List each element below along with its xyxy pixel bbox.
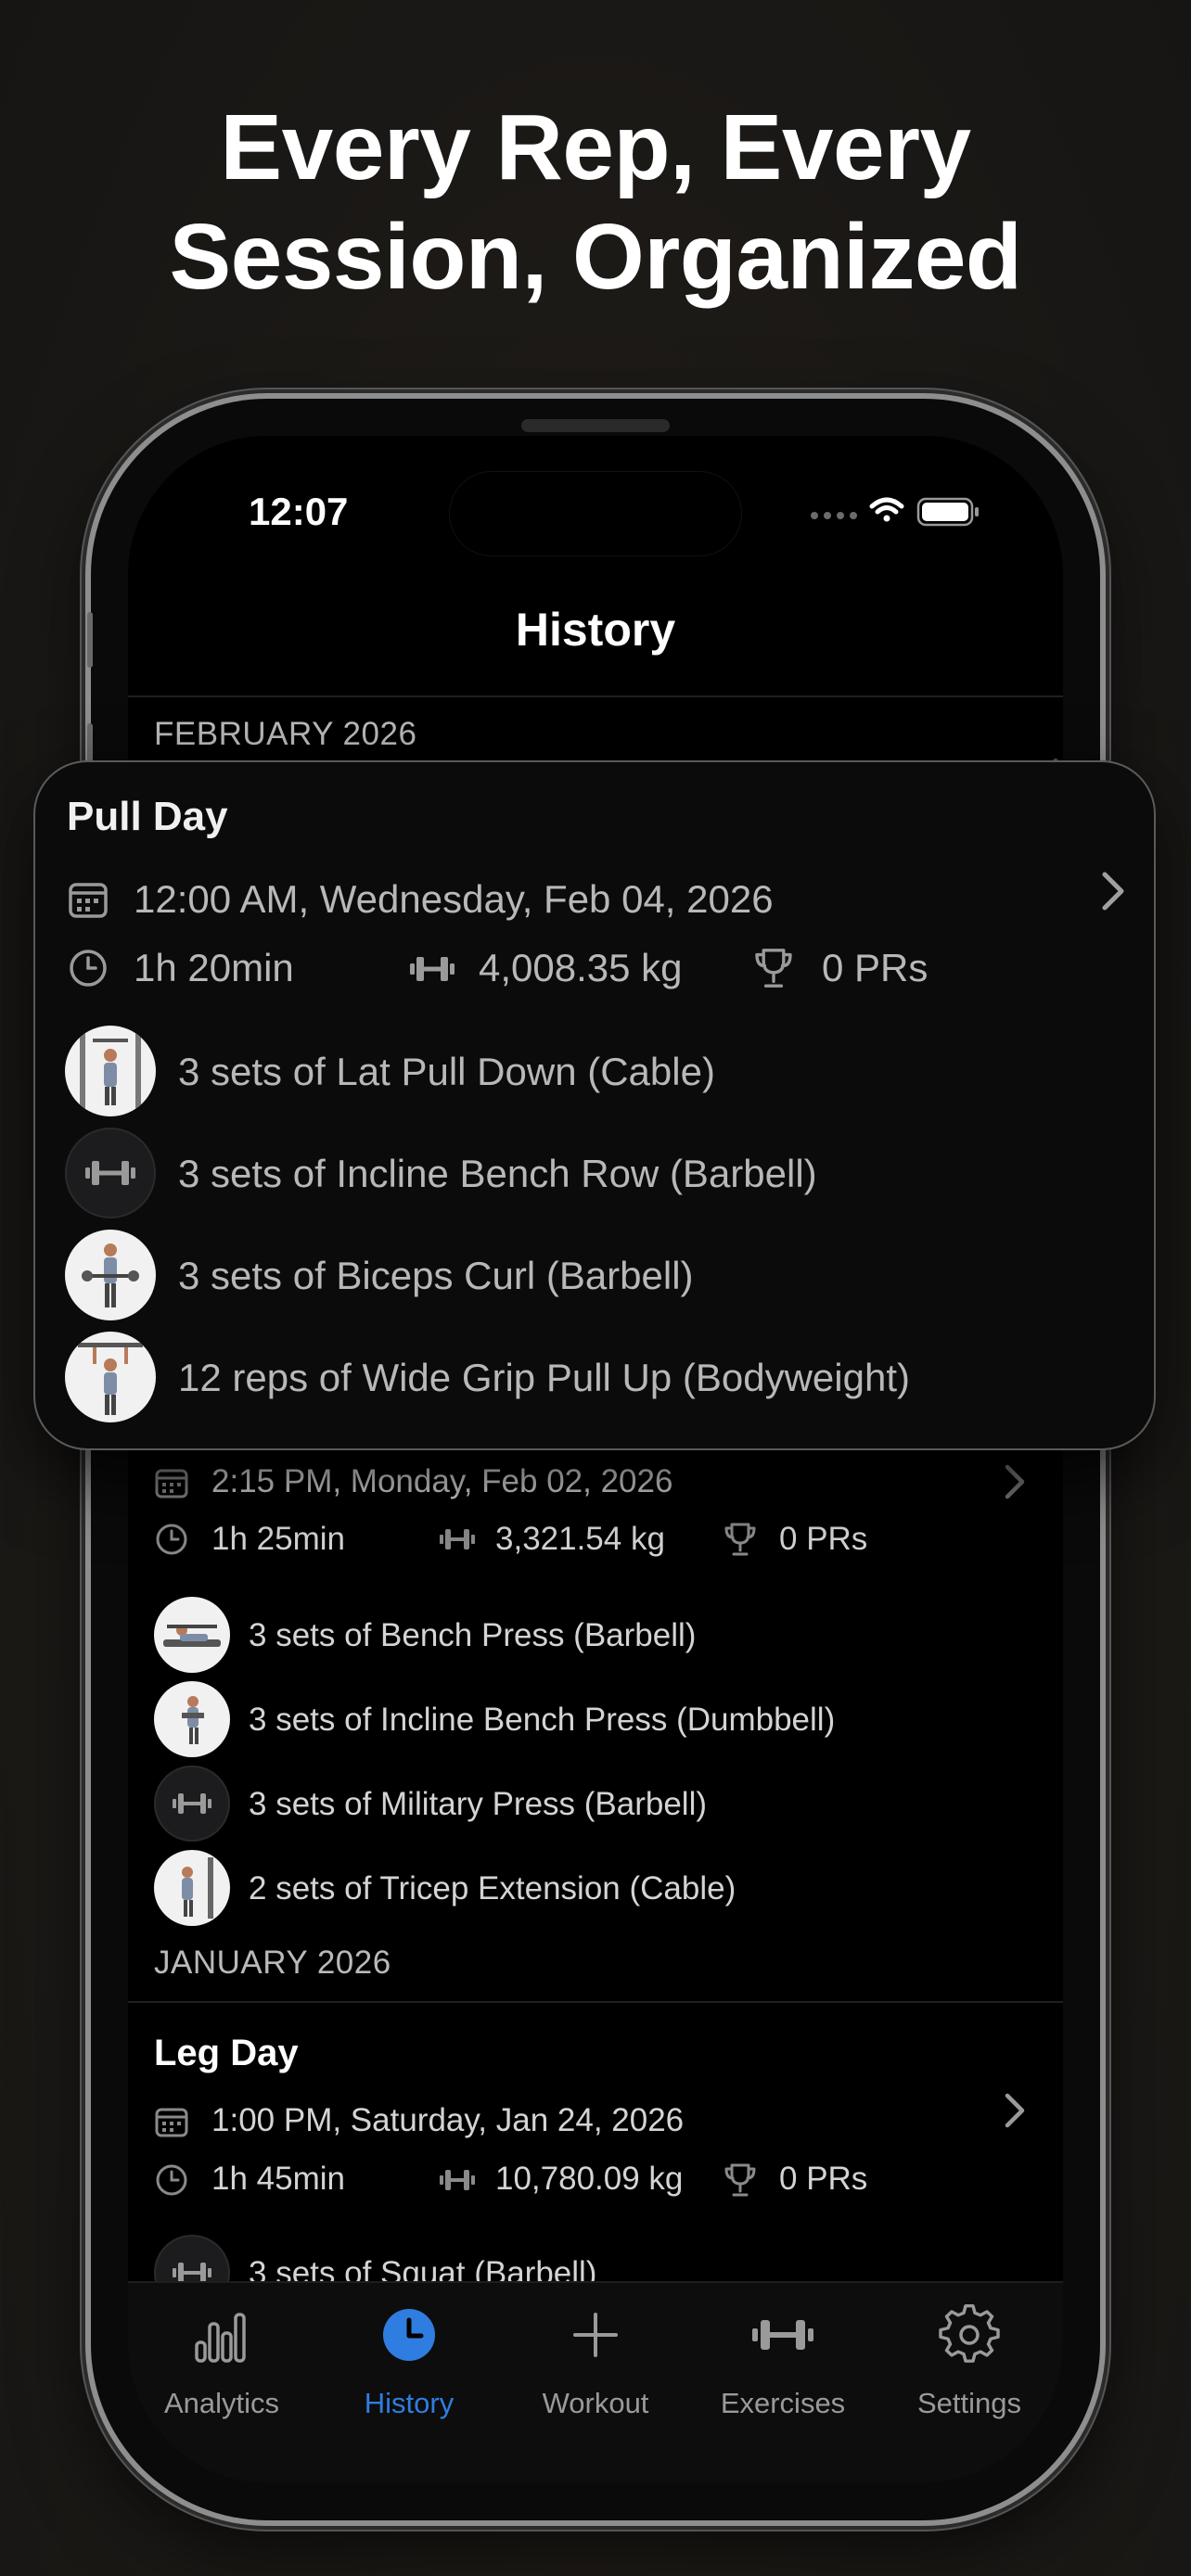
exercise-thumbnail: [154, 1766, 230, 1842]
workout-card-push[interactable]: 2:15 PM, Monday, Feb 02, 2026 1h 25min 3…: [128, 1437, 1063, 1994]
exercise-label: 3 sets of Incline Bench Row (Barbell): [178, 1152, 817, 1195]
chevron-right-icon[interactable]: [1100, 870, 1126, 912]
dumbbell-icon: [85, 1161, 135, 1185]
page-title: History: [515, 604, 676, 656]
workout-duration: 1h 45min: [211, 2161, 345, 2197]
exercise-label: 2 sets of Tricep Extension (Cable): [249, 1870, 736, 1906]
workout-title: Leg Day: [154, 2033, 299, 2073]
headline-line-1: Every Rep, Every: [220, 96, 971, 199]
workout-prs: 0 PRs: [779, 2161, 868, 2197]
status-icons: [801, 493, 987, 530]
tab-label: Workout: [542, 2387, 649, 2419]
tab-label: History: [364, 2387, 455, 2419]
clock-icon: [156, 1524, 187, 1555]
exercise-thumbnail: [154, 1597, 230, 1673]
exercise-thumbnail: [154, 1850, 230, 1926]
exercise-thumbnail: [154, 1681, 230, 1757]
tab-analytics[interactable]: Analytics: [129, 2302, 314, 2419]
workout-datetime: 2:15 PM, Monday, Feb 02, 2026: [211, 1463, 673, 1499]
tab-label: Settings: [916, 2387, 1021, 2419]
headline: Every Rep, Every Session, Organized: [0, 93, 1191, 312]
plus-icon: [573, 2313, 618, 2357]
workout-card-leg[interactable]: Leg Day 1:00 PM, Saturday, Jan 24, 2026 …: [128, 2003, 1063, 2311]
exercise-thumbnail: [65, 1332, 156, 1422]
exercise-label: 12 reps of Wide Grip Pull Up (Bodyweight…: [178, 1356, 910, 1399]
calendar-icon: [155, 2108, 188, 2137]
exercise-label: 3 sets of Biceps Curl (Barbell): [178, 1254, 694, 1297]
trophy-icon: [724, 2163, 756, 2197]
bar-chart-icon: [195, 2313, 246, 2363]
earpiece-speaker: [521, 419, 670, 432]
tab-label: Exercises: [720, 2387, 846, 2419]
dynamic-island: [449, 471, 742, 556]
dumbbell-icon: [410, 957, 455, 981]
chevron-right-icon[interactable]: [1004, 2092, 1026, 2129]
tab-label: Analytics: [163, 2387, 280, 2419]
exercise-thumbnail: [65, 1128, 156, 1218]
exercise-thumbnail: [65, 1026, 156, 1116]
workout-datetime: 12:00 AM, Wednesday, Feb 04, 2026: [134, 877, 774, 921]
workout-datetime: 1:00 PM, Saturday, Jan 24, 2026: [211, 2102, 685, 2138]
tab-history[interactable]: History: [316, 2302, 502, 2419]
clock-icon: [383, 2309, 435, 2361]
tab-exercises[interactable]: Exercises: [690, 2302, 876, 2419]
trophy-icon: [724, 1523, 756, 1556]
signal-dots-icon: [811, 512, 857, 519]
dumbbell-icon: [752, 2320, 813, 2350]
nav-divider: [128, 695, 1063, 697]
workout-prs: 0 PRs: [779, 1521, 868, 1557]
exercise-thumbnail: [65, 1230, 156, 1320]
tab-workout[interactable]: Workout: [503, 2302, 688, 2419]
workout-prs: 0 PRs: [822, 946, 928, 989]
calendar-icon: [155, 1469, 188, 1498]
section-header-february: FEBRUARY 2026: [154, 716, 417, 752]
dumbbell-icon: [440, 2170, 475, 2190]
workout-duration: 1h 20min: [134, 946, 294, 989]
exercise-label: 3 sets of Incline Bench Press (Dumbbell): [249, 1702, 836, 1738]
workout-volume: 10,780.09 kg: [495, 2161, 684, 2197]
workout-volume: 3,321.54 kg: [495, 1521, 665, 1557]
exercise-label: 3 sets of Bench Press (Barbell): [249, 1617, 697, 1653]
phone-screen: 12:07 History FEBRUARY 2026 2:15 PM, Mon…: [128, 436, 1063, 2483]
gear-icon: [939, 2304, 1000, 2363]
headline-line-2: Session, Organized: [169, 205, 1022, 309]
dumbbell-icon: [173, 2263, 211, 2283]
dumbbell-icon: [440, 1529, 475, 1549]
workout-volume: 4,008.35 kg: [479, 946, 683, 989]
clock-icon: [156, 2164, 187, 2196]
status-time: 12:07: [249, 490, 349, 533]
action-button: [87, 612, 93, 668]
section-header-january: JANUARY 2026: [154, 1945, 391, 1981]
featured-workout-card[interactable]: Pull Day 12:00 AM, Wednesday, Feb 04, 20…: [35, 762, 1154, 1448]
chevron-right-icon[interactable]: [1004, 1463, 1026, 1500]
dumbbell-icon: [173, 1793, 211, 1814]
calendar-icon: [69, 883, 108, 918]
exercise-label: 3 sets of Lat Pull Down (Cable): [178, 1050, 715, 1093]
tab-settings[interactable]: Settings: [877, 2302, 1062, 2419]
battery-icon: [916, 497, 979, 527]
trophy-icon: [755, 949, 792, 988]
tab-bar: Analytics History Workout Exercises Sett…: [128, 2281, 1063, 2483]
workout-title: Pull Day: [67, 794, 228, 839]
clock-icon: [70, 950, 107, 987]
workout-duration: 1h 25min: [211, 1521, 345, 1557]
wifi-icon: [869, 497, 904, 522]
exercise-label: 3 sets of Military Press (Barbell): [249, 1786, 708, 1822]
